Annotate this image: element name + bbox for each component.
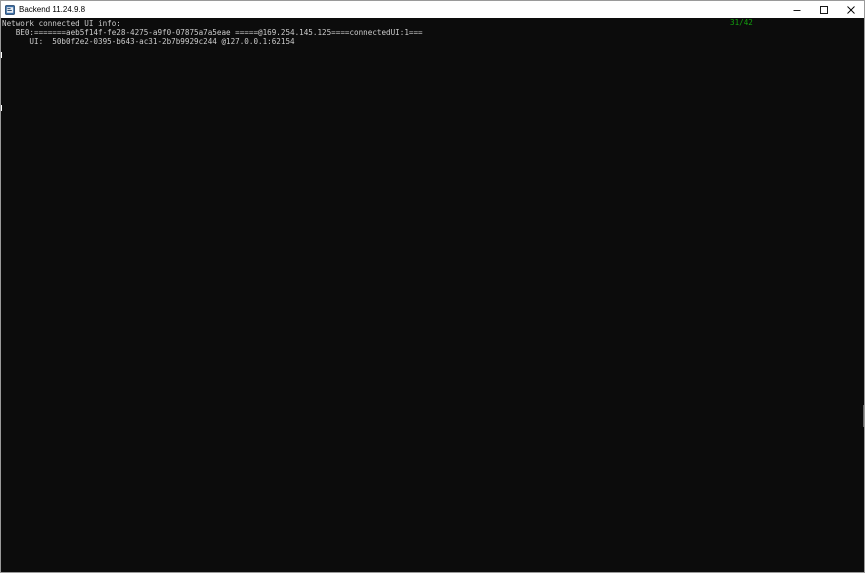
scrollbar-thumb[interactable] <box>863 405 864 427</box>
minimize-icon <box>793 9 800 11</box>
console-line: BE0:=======aeb5f14f-fe28-4275-a9f0-07875… <box>2 28 423 37</box>
console-line: UI: 50b0f2e2-0395-b643-ac31-2b7b9929c244… <box>2 37 295 46</box>
edge-mark <box>1 52 2 58</box>
scrollbar-track[interactable] <box>862 18 864 572</box>
edge-mark <box>1 105 2 111</box>
close-button[interactable] <box>837 1 864 18</box>
maximize-button[interactable] <box>810 1 837 18</box>
title-bar[interactable]: Backend 11.24.9.8 <box>1 1 864 18</box>
console-app-icon[interactable] <box>5 4 15 15</box>
console-window: Backend 11.24.9.8 Network connected UI i… <box>0 0 865 573</box>
left-edge-marks <box>1 18 3 572</box>
progress-counter: 31/42 <box>730 18 753 27</box>
close-icon <box>846 5 855 14</box>
minimize-button[interactable] <box>783 1 810 18</box>
caption-buttons <box>783 1 864 18</box>
console-line: Network connected UI info: <box>2 19 121 28</box>
window-title: Backend 11.24.9.8 <box>19 5 86 14</box>
console-output[interactable]: Network connected UI info: BE0:=======ae… <box>1 18 864 572</box>
maximize-icon <box>819 5 828 14</box>
